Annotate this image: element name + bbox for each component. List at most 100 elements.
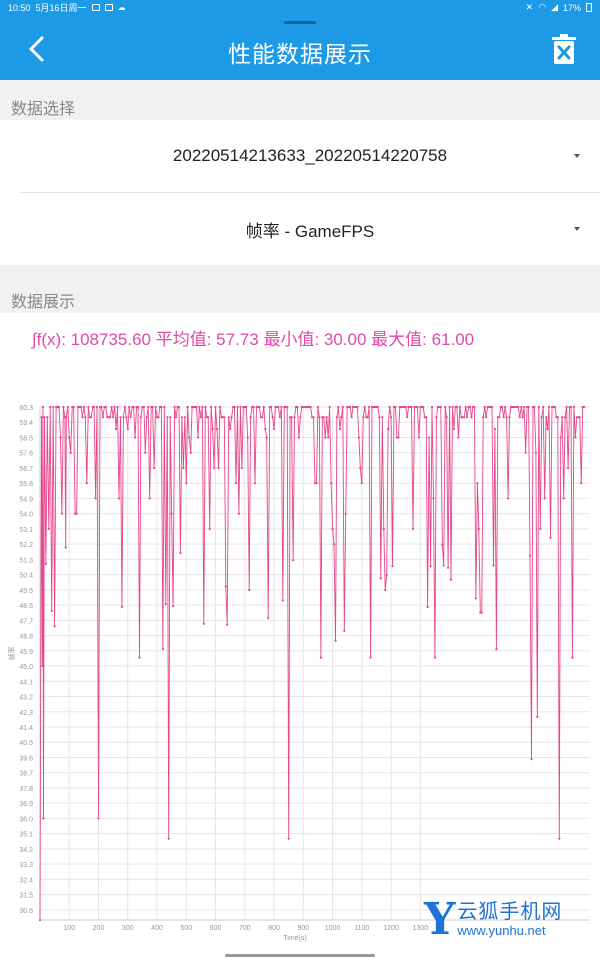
data-point (359, 466, 362, 470)
data-point (297, 436, 300, 439)
y-tick-label: 30.6 (19, 908, 33, 915)
data-point (580, 482, 583, 485)
y-tick-label: 37.8 (19, 786, 33, 793)
data-point (210, 405, 213, 409)
data-point (258, 405, 261, 409)
y-tick-label: 50.4 (19, 573, 33, 580)
battery-icon (586, 3, 592, 12)
data-point (417, 436, 420, 439)
data-point (213, 466, 216, 470)
data-point (123, 405, 126, 409)
data-point (293, 416, 296, 419)
x-tick-label: 400 (151, 925, 163, 932)
trash-icon (552, 34, 576, 64)
data-point (501, 405, 504, 409)
data-point (43, 416, 46, 419)
data-point (151, 405, 154, 409)
data-point (248, 588, 251, 591)
data-point (578, 416, 581, 419)
data-point (344, 512, 347, 515)
data-point (132, 405, 135, 409)
data-point (357, 436, 360, 439)
data-point (161, 648, 164, 651)
data-point (160, 405, 163, 409)
wifi-icon: ◠ (538, 2, 547, 12)
data-point (328, 405, 331, 409)
data-point (85, 482, 88, 485)
x-tick-label: 1100 (354, 925, 369, 932)
x-axis-label: Time(s) (283, 935, 306, 942)
data-point (425, 416, 428, 419)
data-point (272, 427, 276, 431)
data-point (432, 497, 435, 500)
x-tick-label: 600 (210, 925, 222, 932)
data-point (38, 918, 42, 922)
data-point (379, 577, 382, 580)
app-bar: 性能数据展示 (0, 15, 600, 80)
data-point (214, 405, 217, 409)
data-point (280, 405, 283, 409)
data-point (249, 416, 252, 419)
data-point (84, 416, 87, 419)
status-time: 10:50 (8, 2, 31, 13)
session-dropdown[interactable]: 20220514213633_20220514220758 (20, 120, 600, 192)
data-point (169, 416, 172, 419)
data-point (507, 497, 510, 500)
metric-dropdown[interactable]: 帧率 - GameFPS (20, 193, 600, 265)
data-point (72, 405, 75, 409)
data-point (430, 405, 434, 409)
data-point (546, 427, 549, 431)
y-tick-label: 59.4 (19, 420, 33, 427)
data-point (340, 416, 343, 419)
data-display-label: 数据展示 (11, 294, 76, 311)
data-point (230, 416, 233, 419)
data-point (480, 611, 483, 614)
data-point (368, 405, 371, 409)
data-point (264, 427, 267, 431)
data-point (189, 451, 192, 454)
data-point (62, 405, 65, 409)
data-select-card: 20220514213633_20220514220758 帧率 - GameF… (0, 120, 600, 265)
data-point (128, 405, 131, 409)
gesture-bar[interactable] (225, 954, 375, 957)
data-point (490, 405, 494, 409)
data-point (312, 416, 315, 419)
data-point (237, 512, 240, 515)
data-point (523, 405, 526, 409)
data-point (93, 405, 96, 409)
data-point (253, 482, 257, 485)
data-point (382, 527, 385, 530)
status-date: 5月16日周一 (35, 3, 87, 13)
data-point (498, 416, 501, 419)
data-point (442, 564, 445, 567)
data-point (154, 405, 157, 409)
data-point (483, 405, 486, 409)
data-point (381, 416, 384, 419)
data-point (553, 405, 557, 409)
window-handle[interactable] (284, 21, 316, 24)
data-point (239, 405, 242, 409)
data-point (129, 416, 132, 419)
data-point (362, 416, 365, 419)
data-point (94, 497, 97, 500)
data-point (406, 416, 409, 419)
y-axis-label: 帧率 (7, 647, 16, 661)
data-point (287, 837, 290, 840)
data-point (530, 758, 533, 761)
data-point (49, 405, 52, 409)
data-point (201, 405, 204, 409)
y-tick-label: 46.8 (19, 634, 33, 641)
delete-button[interactable] (545, 29, 583, 69)
data-point (319, 656, 322, 659)
x-tick-label: 500 (180, 925, 192, 932)
data-point (112, 416, 115, 419)
data-point (463, 416, 466, 419)
data-point (125, 416, 128, 419)
fps-line-chart[interactable]: 60.3 59.4 58.5 57.6 56.7 55.8 54.9 54.0 53.1 52.2… (0, 380, 600, 950)
data-point (534, 451, 538, 454)
data-point (341, 405, 344, 409)
stats-summary: ∫f(x): 108735.60 平均值: 57.73 最小值: 30.00 最… (32, 330, 475, 349)
data-point (356, 405, 359, 409)
data-point (508, 416, 511, 419)
data-point (198, 405, 201, 409)
